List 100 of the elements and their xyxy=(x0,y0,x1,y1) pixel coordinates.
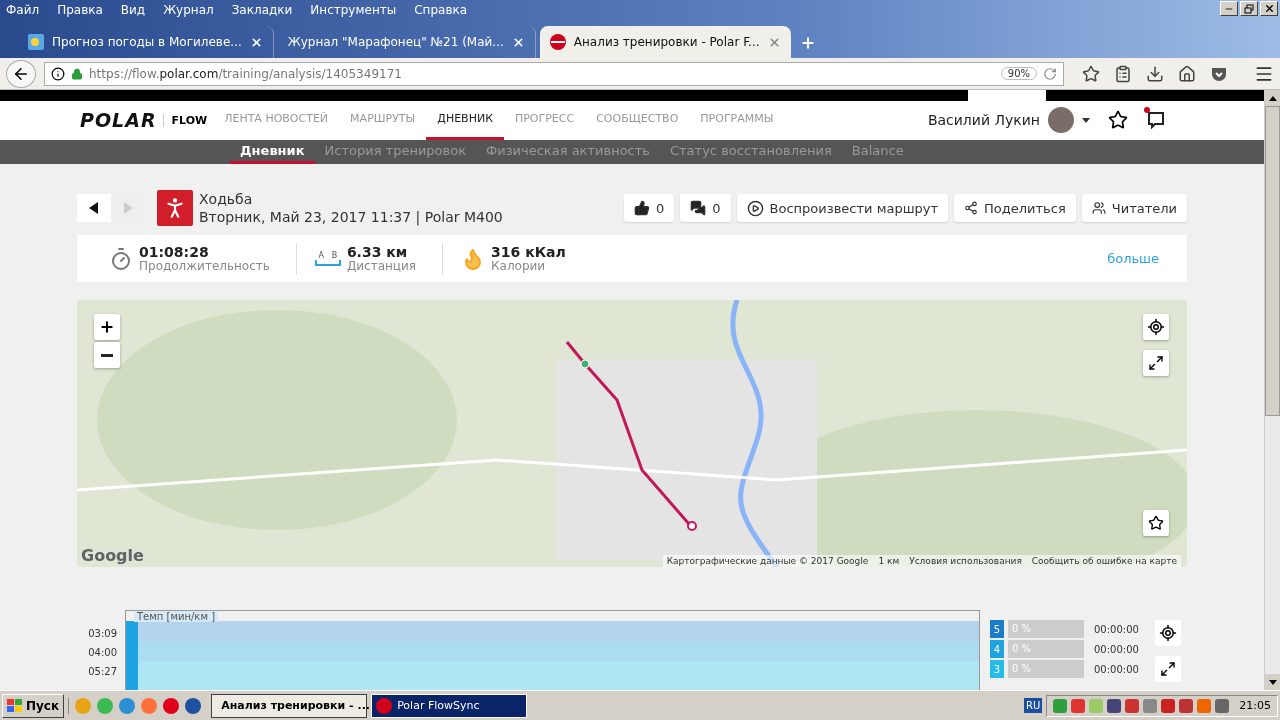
menu-item[interactable]: Справка xyxy=(414,3,468,17)
plus-icon xyxy=(799,35,816,51)
back-button[interactable] xyxy=(6,59,36,88)
scrollbar-thumb[interactable] xyxy=(1265,106,1280,416)
close-button[interactable] xyxy=(1260,1,1278,16)
chart-title: Темп [мин/км ] xyxy=(134,611,219,622)
favorite-button[interactable] xyxy=(1143,510,1169,536)
menu-item[interactable]: Вид xyxy=(120,3,146,17)
taskbar-button[interactable]: Анализ тренировки - ... xyxy=(211,693,368,718)
restore-icon xyxy=(1244,3,1254,14)
down-arrow-icon xyxy=(1268,679,1277,685)
session-details: Вторник, Май 23, 2017 11:37 | Polar M400 xyxy=(199,208,503,226)
left-triangle-icon xyxy=(89,202,99,214)
close-icon[interactable] xyxy=(767,35,781,49)
route-point-label: B xyxy=(331,251,338,260)
sport-name: Ходьба xyxy=(199,190,254,208)
download-icon[interactable] xyxy=(1146,64,1164,83)
axis-label: 04:00 xyxy=(88,647,117,658)
reading-list-icon[interactable] xyxy=(1114,64,1132,83)
stat-value: 6.33 км xyxy=(346,244,409,259)
tray-icon[interactable] xyxy=(1125,698,1140,713)
plus-icon xyxy=(99,319,115,335)
windows-logo-icon xyxy=(7,698,23,713)
launcher-icon[interactable] xyxy=(185,697,202,714)
product-name: FLOW xyxy=(162,113,208,127)
settings-button[interactable] xyxy=(1154,620,1181,646)
zone-number: 4 xyxy=(990,640,1004,658)
close-icon[interactable] xyxy=(249,35,263,49)
map-attribution: Картографические данные © 2017 Google xyxy=(666,556,869,566)
locate-button[interactable] xyxy=(1143,314,1169,340)
restore-button[interactable] xyxy=(1240,1,1258,16)
axis-label: 05:27 xyxy=(88,666,117,677)
zoom-in-button[interactable] xyxy=(94,314,120,340)
zoom-out-button[interactable] xyxy=(94,342,120,368)
right-triangle-icon xyxy=(123,202,133,214)
close-icon xyxy=(1263,3,1275,14)
bookmark-star-icon[interactable] xyxy=(1082,64,1100,83)
taskbar-button[interactable]: Polar FlowSync xyxy=(371,693,528,718)
crosshair-icon xyxy=(1158,624,1177,642)
route-point-label: A xyxy=(318,251,324,260)
stat-label: Продолжительность xyxy=(139,258,270,273)
scroll-up-button[interactable] xyxy=(1265,90,1280,106)
tray-icon[interactable] xyxy=(1107,698,1122,713)
minus-icon xyxy=(101,353,113,357)
terms-link[interactable]: Условия использования xyxy=(909,556,1022,566)
avatar[interactable] xyxy=(1048,107,1074,134)
sub-nav-link[interactable]: Дневник xyxy=(230,140,315,164)
action-button[interactable]: Поделиться xyxy=(954,194,1076,222)
star-icon xyxy=(1148,515,1164,531)
zone-time: 00:00:00 xyxy=(1094,663,1139,675)
browser-tab[interactable]: Анализ тренировки - Polar F... xyxy=(539,26,791,58)
tray-icon[interactable] xyxy=(1215,698,1230,713)
address-field[interactable]: https://flow.polar.com/training/analysis/1405349171 90% xyxy=(44,61,1064,86)
stat-value: 01:08:28 xyxy=(139,244,210,259)
zone-time: 00:00:00 xyxy=(1094,643,1139,655)
menu-item[interactable]: Журнал xyxy=(163,3,214,17)
scroll-down-button[interactable] xyxy=(1265,674,1280,690)
action-button[interactable]: 0 xyxy=(624,194,675,222)
people-icon xyxy=(1091,201,1106,215)
site-icon xyxy=(549,34,566,50)
tray-icon[interactable] xyxy=(1071,698,1086,713)
home-icon[interactable] xyxy=(1178,64,1196,83)
report-link[interactable]: Сообщить об ошибке на карте xyxy=(1031,556,1177,566)
brand-logo[interactable]: POLAR xyxy=(80,109,157,132)
ruler-icon xyxy=(314,260,341,266)
action-button[interactable]: 0 xyxy=(680,194,731,222)
app-icon xyxy=(376,697,393,714)
map-scale: 1 км xyxy=(878,556,900,566)
action-button[interactable]: Читатели xyxy=(1081,194,1187,222)
fullscreen-button[interactable] xyxy=(1154,656,1181,682)
menu-item[interactable]: Правка xyxy=(57,3,103,17)
play-icon xyxy=(746,199,764,217)
stat-label: Калории xyxy=(491,258,547,273)
info-icon xyxy=(51,66,65,81)
minimize-button[interactable] xyxy=(1220,1,1238,16)
clock: 21:05 xyxy=(1239,699,1271,712)
message-icon[interactable] xyxy=(1146,110,1166,131)
stat-value: 316 кКал xyxy=(491,244,566,259)
stopwatch-icon xyxy=(109,246,133,271)
star-icon[interactable] xyxy=(1108,110,1128,131)
menu-item[interactable]: Инструменты xyxy=(310,3,397,17)
zone-time: 00:00:00 xyxy=(1094,623,1139,635)
tray-icon[interactable] xyxy=(1161,698,1176,713)
start-button[interactable]: Пуск xyxy=(2,693,65,718)
tray-icon[interactable] xyxy=(1179,698,1194,713)
lock-icon xyxy=(71,67,83,80)
menu-item[interactable]: Файл xyxy=(6,3,40,17)
up-arrow-icon xyxy=(1268,95,1277,101)
close-icon[interactable] xyxy=(511,35,525,49)
expand-icon xyxy=(1159,661,1176,677)
user-name[interactable]: Василий Лукин xyxy=(927,112,1040,129)
menu-item[interactable]: Закладки xyxy=(231,3,293,17)
launcher-icon[interactable] xyxy=(163,697,180,714)
zone-number: 5 xyxy=(990,620,1004,638)
action-button[interactable]: Воспроизвести маршрут xyxy=(736,194,949,222)
reload-icon[interactable] xyxy=(1043,66,1057,81)
crosshair-icon xyxy=(1147,318,1165,336)
thumbs-up-icon xyxy=(634,200,650,216)
fullscreen-button[interactable] xyxy=(1143,350,1169,376)
language-indicator[interactable]: RU xyxy=(1024,698,1043,713)
